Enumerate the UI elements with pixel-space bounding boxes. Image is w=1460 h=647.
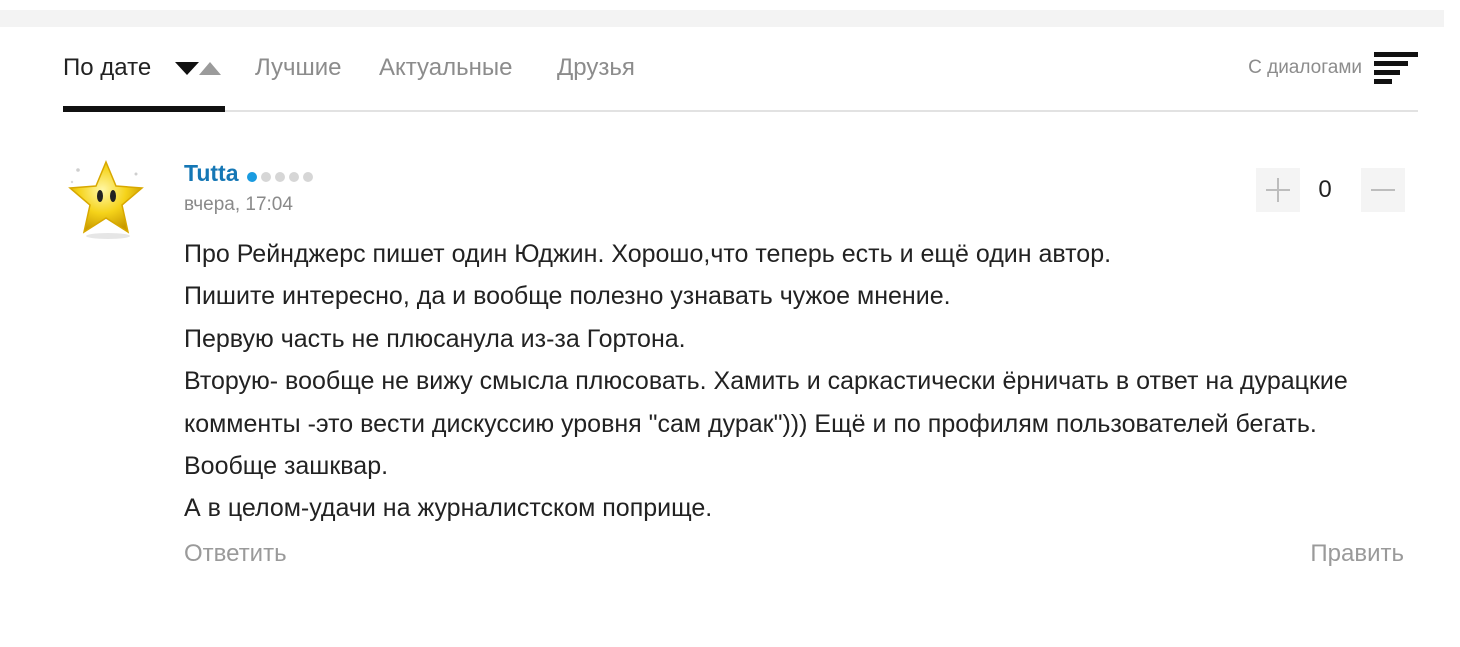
- dialogs-toggle[interactable]: С диалогами: [1248, 52, 1418, 84]
- dialogs-lines-icon: [1374, 52, 1418, 84]
- tab-best[interactable]: Лучшие: [255, 54, 342, 82]
- tabs-divider: [63, 110, 1418, 112]
- comment-line: Первую часть не плюсанула из-за Гортона.: [184, 324, 686, 353]
- comment-line: А в целом-удачи на журналистском поприще…: [184, 494, 713, 523]
- top-band: [0, 10, 1444, 27]
- tab-actual[interactable]: Актуальные: [379, 54, 512, 82]
- tab-by-date[interactable]: По дате: [63, 54, 151, 82]
- active-tab-underline: [63, 106, 225, 112]
- minus-icon: [1371, 189, 1395, 191]
- comment-body: Про Рейнджерс пишет один Юджин. Хорошо,ч…: [184, 233, 1394, 530]
- comment-sort-tabs: По дате Лучшие Актуальные Друзья С диало…: [63, 46, 1418, 112]
- sort-direction-icon[interactable]: [175, 60, 223, 76]
- tab-friends[interactable]: Друзья: [557, 54, 635, 82]
- vote-controls: 0: [0, 168, 1460, 212]
- downvote-button[interactable]: [1361, 168, 1405, 212]
- comment-line: Вторую- вообще не вижу смысла плюсовать.…: [184, 367, 1348, 481]
- plus-icon: [1266, 178, 1290, 202]
- comment-line: Пишите интересно, да и вообще полезно уз…: [184, 282, 951, 311]
- edit-button[interactable]: Править: [1310, 540, 1404, 568]
- vote-score: 0: [1318, 176, 1332, 203]
- dialogs-label: С диалогами: [1248, 57, 1362, 78]
- upvote-button[interactable]: [1256, 168, 1300, 212]
- comment-line: Про Рейнджерс пишет один Юджин. Хорошо,ч…: [184, 240, 1112, 268]
- reply-button[interactable]: Ответить: [184, 540, 287, 568]
